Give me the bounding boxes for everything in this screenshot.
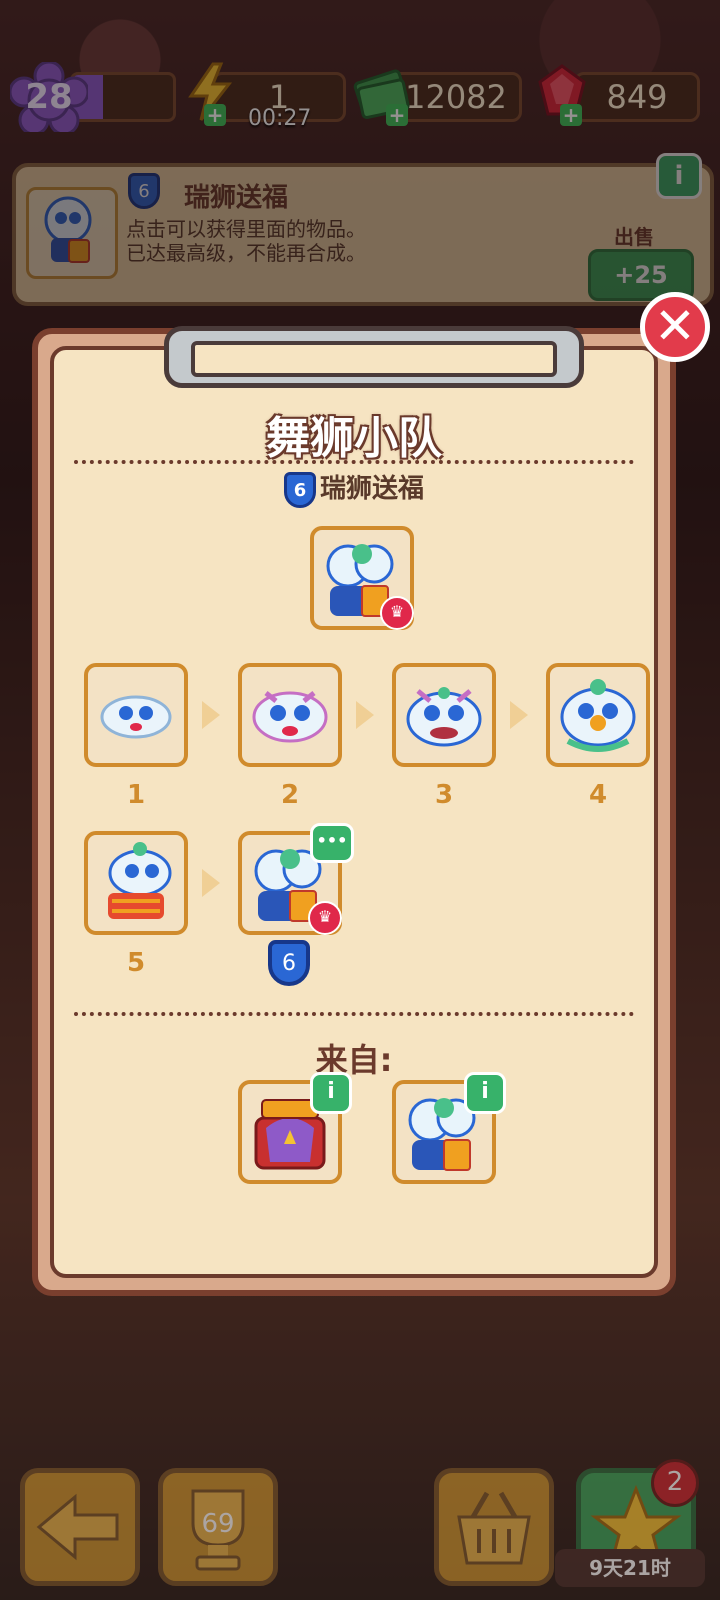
chain-level-3: 3: [434, 780, 454, 810]
dotted-divider: [74, 1012, 634, 1016]
chevron-right-icon: [202, 701, 220, 729]
chain-item-5[interactable]: [84, 831, 188, 935]
lion-head-small-icon: [100, 695, 172, 739]
chain-item-2[interactable]: [238, 663, 342, 767]
close-button[interactable]: ✕: [640, 292, 710, 362]
crown-icon: ♛: [380, 596, 414, 630]
chain-level-2: 2: [280, 780, 300, 810]
tier-shield-icon: 6: [283, 471, 316, 508]
shop-basket-button[interactable]: [434, 1468, 554, 1586]
chain-item-3[interactable]: [392, 663, 496, 767]
trophy-button[interactable]: 69: [158, 1468, 278, 1586]
dotted-divider: [74, 460, 634, 464]
chevron-right-icon: [356, 701, 374, 729]
chevron-right-icon: [202, 869, 220, 897]
chain-item-1[interactable]: [84, 663, 188, 767]
clipboard-clip: [164, 326, 584, 388]
basket-icon: [457, 1491, 531, 1565]
event-star-button[interactable]: 2 9天21时: [555, 1459, 705, 1587]
notification-badge: 2: [651, 1459, 699, 1507]
arrow-left-icon: [36, 1493, 119, 1561]
crown-icon: ♛: [308, 901, 342, 935]
lion-head-green-icon: [560, 679, 636, 752]
tier-shield-icon: 6: [268, 940, 310, 986]
chain-item-6[interactable]: ♛ •••: [238, 823, 354, 935]
event-timer: 9天21时: [555, 1549, 705, 1587]
lion-dancer-icon: [108, 842, 172, 919]
dialog-content: 舞狮小队 6 瑞狮送福 ♛ 1 2 3 4 ♛ ••• 5 6 来自: i i: [50, 326, 658, 1278]
more-options-icon[interactable]: •••: [310, 823, 354, 863]
subtitle-text: 瑞狮送福: [319, 474, 424, 504]
chain-item-4[interactable]: [546, 663, 650, 767]
back-button[interactable]: [20, 1468, 140, 1586]
chain-level-5: 5: [126, 948, 146, 978]
source-item-lion-bundle[interactable]: i: [392, 1072, 506, 1184]
source-item-gift-box[interactable]: i: [238, 1072, 352, 1184]
chain-level-4: 4: [588, 780, 608, 810]
featured-item[interactable]: ♛: [310, 526, 414, 630]
lion-head-colorful-icon: [406, 687, 482, 747]
source-label: 来自:: [315, 1041, 393, 1079]
chevron-right-icon: [510, 701, 528, 729]
dialog-subtitle: 6 瑞狮送福: [54, 468, 654, 508]
lion-head-pink-icon: [252, 691, 328, 743]
merge-chain-dialog: 舞狮小队 6 瑞狮送福 ♛ 1 2 3 4 ♛ ••• 5 6 来自: i i: [32, 326, 676, 1296]
source-info-icon[interactable]: i: [310, 1072, 352, 1114]
source-info-icon[interactable]: i: [464, 1072, 506, 1114]
trophy-count: 69: [201, 1509, 235, 1539]
chain-level-1: 1: [126, 780, 146, 810]
dialog-title: 舞狮小队: [266, 413, 442, 464]
